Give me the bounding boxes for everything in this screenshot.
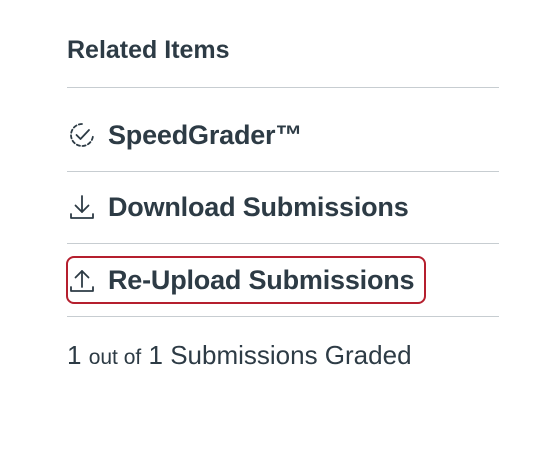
download-submissions-label: Download Submissions — [108, 191, 409, 222]
graded-count: 1 — [67, 340, 82, 370]
graded-summary: 1 out of 1 Submissions Graded — [67, 340, 412, 371]
divider — [67, 316, 499, 317]
divider — [67, 171, 499, 172]
divider — [67, 87, 499, 88]
download-icon — [67, 192, 97, 222]
highlight-box — [66, 256, 426, 304]
speedgrader-label: SpeedGrader™ — [108, 119, 303, 150]
graded-out-of: out of — [88, 346, 142, 369]
speedgrader-icon — [67, 120, 97, 150]
download-submissions-link[interactable]: Download Submissions — [67, 187, 409, 227]
graded-text: Submissions Graded — [170, 340, 412, 370]
related-items-heading: Related Items — [67, 36, 230, 64]
graded-total: 1 — [148, 340, 163, 370]
divider — [67, 243, 499, 244]
speedgrader-link[interactable]: SpeedGrader™ — [67, 115, 302, 155]
